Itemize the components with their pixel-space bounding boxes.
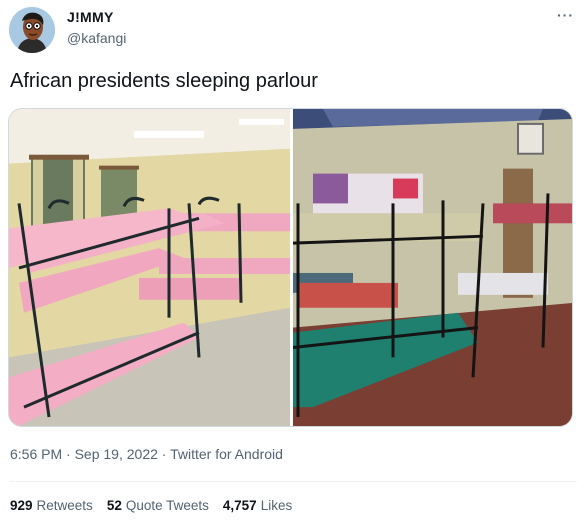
tweet-media[interactable] [8, 108, 573, 427]
quote-tweets-stat[interactable]: 52 Quote Tweets [107, 498, 209, 513]
retweets-stat[interactable]: 929 Retweets [10, 498, 93, 513]
tweet-time[interactable]: 6:56 PM [10, 446, 62, 462]
tweet-text: African presidents sleeping parlour [10, 70, 318, 92]
meta-separator: · [62, 446, 75, 462]
tweet-stats: 929 Retweets 52 Quote Tweets 4,757 Likes [10, 498, 292, 513]
likes-stat[interactable]: 4,757 Likes [223, 498, 292, 513]
dormitory-mixed-bunk-beds-image[interactable] [293, 109, 573, 426]
author-name[interactable]: J!MMY [67, 9, 114, 25]
tweet-meta: 6:56 PM · Sep 19, 2022 · Twitter for And… [10, 446, 283, 462]
author-handle[interactable]: @kafangi [67, 30, 126, 46]
meta-separator: · [157, 446, 171, 462]
dormitory-pink-bunk-beds-image[interactable] [9, 109, 290, 426]
tweet-source[interactable]: Twitter for Android [170, 446, 283, 462]
cartoon-avatar-icon [9, 7, 55, 53]
divider [10, 481, 577, 482]
more-options-icon[interactable]: ··· [557, 7, 574, 23]
avatar[interactable] [9, 7, 55, 53]
tweet-date[interactable]: Sep 19, 2022 [75, 446, 158, 462]
